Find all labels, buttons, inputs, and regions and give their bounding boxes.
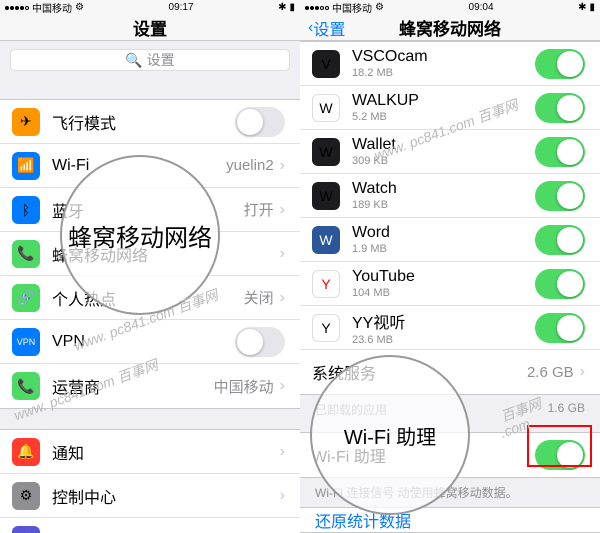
chevron-right-icon: ›	[280, 201, 285, 219]
row-carrier[interactable]: 📞 运营商 中国移动 ›	[0, 364, 300, 408]
row-system-services[interactable]: 系统服务 2.6 GB›	[300, 350, 600, 394]
wifi-icon: ⚙	[375, 2, 384, 13]
wifi-assist-hint: Wi-Fl 连接信号 动使用蜂窝移动数据。	[300, 478, 600, 507]
nav-bar: ‹ 设置 蜂窝移动网络	[300, 15, 600, 41]
row-airplane-mode[interactable]: ✈ 飞行模式	[0, 100, 300, 144]
status-bar: 中国移动 ⚙ 09:17 ✱ ▮	[0, 0, 300, 15]
app-icon: W	[312, 226, 340, 254]
row-bluetooth[interactable]: ᛒ 蓝牙 打开 ›	[0, 188, 300, 232]
app-icon: Y	[312, 270, 340, 298]
row-wifi-assist[interactable]: Wi-Fi 助理	[300, 433, 600, 477]
hotspot-icon: 🔗	[12, 284, 40, 312]
airplane-toggle[interactable]	[235, 107, 285, 137]
phone-icon: 📞	[12, 372, 40, 400]
clock: 09:04	[469, 2, 494, 13]
bluetooth-icon: ᛒ	[12, 196, 40, 224]
app-toggle[interactable]	[535, 93, 585, 123]
app-row[interactable]: Y YY视听 23.6 MB	[300, 306, 600, 350]
uninstalled-row: 已卸载的应用1.6 GB	[300, 395, 600, 424]
app-row[interactable]: V VSCOcam 18.2 MB	[300, 42, 600, 86]
app-toggle[interactable]	[535, 137, 585, 167]
wifi-icon: ⚙	[75, 2, 84, 13]
chevron-right-icon: ›	[280, 443, 285, 461]
app-toggle[interactable]	[535, 181, 585, 211]
vpn-toggle[interactable]	[235, 327, 285, 357]
row-wifi[interactable]: 📶 Wi-Fi yuelin2 ›	[0, 144, 300, 188]
nav-bar: 设置	[0, 15, 300, 41]
page-title: 蜂窝移动网络	[399, 15, 501, 40]
app-icon: W	[312, 94, 340, 122]
app-toggle[interactable]	[535, 269, 585, 299]
wifi-icon: 📶	[12, 152, 40, 180]
battery-icon: ▮	[289, 2, 295, 13]
app-toggle[interactable]	[535, 225, 585, 255]
row-dnd[interactable]: 🌙 勿扰模式 ›	[0, 518, 300, 533]
app-row[interactable]: W Wallet 309 KB	[300, 130, 600, 174]
app-icon: Y	[312, 314, 340, 342]
chevron-right-icon: ›	[280, 487, 285, 505]
reset-stats-button[interactable]: 还原统计数据	[300, 507, 600, 533]
chevron-right-icon: ›	[280, 377, 285, 395]
chevron-right-icon: ›	[280, 289, 285, 307]
battery-icon: ▮	[589, 2, 595, 13]
airplane-icon: ✈	[12, 108, 40, 136]
vpn-icon: VPN	[12, 328, 40, 356]
app-row[interactable]: W WALKUP 5.2 MB	[300, 86, 600, 130]
page-title: 设置	[133, 15, 167, 40]
right-screenshot: 中国移动 ⚙ 09:04 ✱ ▮ ‹ 设置 蜂窝移动网络 V VSCOcam 1…	[300, 0, 600, 533]
bluetooth-icon: ✱	[278, 2, 286, 13]
status-bar: 中国移动 ⚙ 09:04 ✱ ▮	[300, 0, 600, 15]
app-icon: W	[312, 138, 340, 166]
search-icon: 🔍	[125, 52, 142, 69]
app-toggle[interactable]	[535, 49, 585, 79]
carrier-label: 中国移动	[332, 0, 372, 15]
back-button[interactable]: ‹ 设置	[308, 16, 345, 40]
app-row[interactable]: W Watch 189 KB	[300, 174, 600, 218]
app-row[interactable]: W Word 1.9 MB	[300, 218, 600, 262]
app-row[interactable]: Y YouTube 104 MB	[300, 262, 600, 306]
carrier-label: 中国移动	[32, 0, 72, 15]
chevron-right-icon: ›	[280, 245, 285, 263]
row-control-center[interactable]: ⚙ 控制中心 ›	[0, 474, 300, 518]
chevron-right-icon: ›	[280, 157, 285, 175]
cellular-icon: 📞	[12, 240, 40, 268]
row-cellular[interactable]: 📞 蜂窝移动网络 ›	[0, 232, 300, 276]
row-hotspot[interactable]: 🔗 个人热点 关闭 ›	[0, 276, 300, 320]
left-screenshot: 中国移动 ⚙ 09:17 ✱ ▮ 设置 🔍 设置 ✈ 飞行模式 📶 Wi-Fi …	[0, 0, 300, 533]
row-vpn[interactable]: VPN VPN	[0, 320, 300, 364]
moon-icon: 🌙	[12, 526, 40, 533]
notifications-icon: 🔔	[12, 438, 40, 466]
bluetooth-icon: ✱	[578, 2, 586, 13]
app-icon: V	[312, 50, 340, 78]
app-icon: W	[312, 182, 340, 210]
control-center-icon: ⚙	[12, 482, 40, 510]
wifi-assist-toggle[interactable]	[535, 440, 585, 470]
app-toggle[interactable]	[535, 313, 585, 343]
row-notifications[interactable]: 🔔 通知 ›	[0, 430, 300, 474]
search-input[interactable]: 🔍 设置	[10, 49, 290, 71]
clock: 09:17	[169, 2, 194, 13]
